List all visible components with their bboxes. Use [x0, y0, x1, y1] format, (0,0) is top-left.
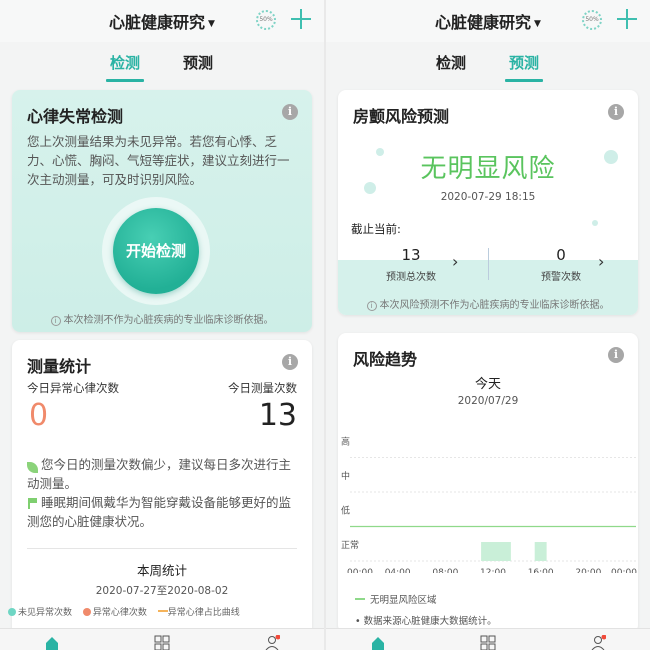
- info-icon[interactable]: i: [282, 104, 298, 120]
- risk-trend-card: 风险趋势 i 今天 2020/07/29 正常 低 中 高 00:00 04:00 08:0…: [338, 333, 638, 633]
- chevron-right-icon[interactable]: ›: [452, 252, 458, 271]
- info-small-icon: i: [366, 301, 377, 311]
- disclaimer-text: 本次检测不作为心脏疾病的专业临床诊断依据。: [63, 315, 274, 326]
- predict-count-label: 预测总次数: [386, 272, 436, 283]
- divider: [27, 548, 297, 549]
- profile-icon[interactable]: [590, 635, 606, 650]
- risk-segment: [534, 542, 547, 561]
- tab-predict[interactable]: 预测: [504, 52, 544, 82]
- x-tick-label: 00:00: [611, 568, 637, 573]
- top-bar: 心脏健康研究 ▼ 50%: [326, 0, 650, 42]
- legend-abnormal-dot: [82, 608, 91, 616]
- x-tick-label: 04:00: [385, 568, 411, 573]
- progress-ring-icon[interactable]: 50%: [256, 10, 276, 30]
- legend-ratio: 异常心律占比曲线: [167, 608, 240, 618]
- trend-date: 2020/07/29: [457, 395, 519, 407]
- info-icon[interactable]: i: [282, 354, 298, 370]
- caret-down-icon: ▼: [208, 19, 215, 29]
- y-tick-label: 正常: [341, 539, 359, 551]
- risk-time: 2020-07-29 18:15: [440, 191, 536, 203]
- info-icon[interactable]: i: [608, 347, 624, 363]
- data-source-note: • 数据来源心脏健康大数据统计。: [355, 616, 497, 627]
- tip-measure: 您今日的测量次数偏少，建议每日多次进行主动测量。: [27, 457, 292, 491]
- disclaimer: i 本次检测不作为心脏疾病的专业临床诊断依据。: [12, 311, 312, 326]
- app-title: 心脏健康研究: [109, 13, 206, 32]
- grid-icon[interactable]: [480, 635, 496, 650]
- weekly-legend: 未见异常次数 异常心律次数 异常心律占比曲线: [8, 605, 316, 618]
- app-title: 心脏健康研究: [435, 13, 532, 32]
- risk-segment: [481, 542, 511, 561]
- tab-predict[interactable]: 预测: [183, 52, 213, 73]
- x-tick-label: 12:00: [480, 568, 506, 573]
- bubble: [592, 220, 598, 226]
- legend-label: 无明显风险区域: [370, 595, 437, 606]
- bottom-nav: [326, 628, 650, 650]
- predict-count: 13: [401, 246, 421, 264]
- x-tick-label: 20:00: [575, 568, 601, 573]
- tab-detect[interactable]: 检测: [436, 52, 466, 73]
- abnormal-count: 0: [29, 398, 49, 433]
- ring-label: 50%: [585, 16, 599, 23]
- tab-bar: 检测 预测: [326, 44, 650, 82]
- caret-down-icon: ▼: [534, 19, 541, 29]
- as-of-label: 截止当前:: [351, 222, 401, 236]
- bottom-nav: [0, 628, 324, 650]
- af-risk-prediction-card: 房颤风险预测 i 无明显风险 2020-07-29 18:15 截止当前: 13…: [338, 90, 638, 315]
- add-icon[interactable]: [614, 6, 640, 32]
- risk-result: 无明显风险: [420, 154, 556, 184]
- week-title: 本周统计: [136, 563, 187, 578]
- tab-bar: 检测 预测: [0, 44, 324, 82]
- legend-normal: 未见异常次数: [18, 608, 73, 618]
- disclaimer-text: 本次风险预测不作为心脏疾病的专业临床诊断依据。: [379, 300, 610, 311]
- arrhythmia-detection-card: 心律失常检测 i 您上次测量结果为未见异常。若您有心悸、乏力、心慌、胸闷、气短等…: [12, 90, 312, 332]
- x-tick-label: 00:00: [347, 568, 373, 573]
- legend-normal-dot: [8, 608, 16, 616]
- home-icon[interactable]: [370, 635, 386, 650]
- legend-ratio-line: [157, 610, 168, 612]
- home-icon[interactable]: [44, 635, 60, 650]
- grid-icon[interactable]: [154, 635, 170, 650]
- predict-panel: 心脏健康研究 ▼ 50% 检测 预测 房颤风险预测 i 无明显风险 2020-07…: [326, 0, 650, 650]
- warn-count-label: 预警次数: [541, 272, 581, 283]
- legend-abnormal: 异常心律次数: [92, 608, 147, 618]
- divider: [488, 248, 489, 280]
- tab-detect[interactable]: 检测: [105, 52, 145, 82]
- chevron-right-icon[interactable]: ›: [598, 252, 604, 271]
- data-source-text: 数据来源心脏健康大数据统计。: [363, 616, 497, 627]
- start-detection-button[interactable]: 开始检测: [113, 208, 199, 294]
- card-title: 房颤风险预测: [353, 107, 450, 126]
- card-title: 心律失常检测: [27, 107, 124, 126]
- measure-label: 今日测量次数: [228, 381, 297, 395]
- add-icon[interactable]: [288, 6, 314, 32]
- warn-count: 0: [556, 246, 566, 264]
- profile-icon[interactable]: [264, 635, 280, 650]
- detect-panel: 心脏健康研究 ▼ 50% 检测 预测 心律失常检测 i 您上次测量结果为未见异常。…: [0, 0, 324, 650]
- detection-description: 您上次测量结果为未见异常。若您有心悸、乏力、心慌、胸闷、气短等症状，建议立刻进行…: [27, 134, 290, 187]
- risk-trend-chart: 正常 低 中 高 00:00 04:00 08:00 12:00 16:00 20:00 00:00: [341, 435, 637, 573]
- ring-label: 50%: [259, 16, 273, 23]
- info-icon[interactable]: i: [608, 104, 624, 120]
- week-range: 2020-07-27至2020-08-02: [95, 585, 229, 597]
- measurement-stats-card: 测量统计 i 今日异常心律次数 今日测量次数 0 13 您今日的测量次数偏少，建…: [12, 340, 312, 640]
- progress-ring-icon[interactable]: 50%: [582, 10, 602, 30]
- x-tick-label: 16:00: [528, 568, 554, 573]
- abnormal-label: 今日异常心律次数: [27, 381, 119, 395]
- card-title: 测量统计: [27, 357, 92, 376]
- disclaimer: i 本次风险预测不作为心脏疾病的专业临床诊断依据。: [338, 296, 638, 311]
- y-tick-label: 低: [341, 504, 350, 516]
- measure-count: 13: [258, 398, 297, 433]
- legend-line: [355, 598, 365, 600]
- top-bar: 心脏健康研究 ▼ 50%: [0, 0, 324, 42]
- y-tick-label: 中: [341, 470, 350, 482]
- tip-sleep: 睡眠期间佩戴华为智能穿戴设备能够更好的监测您的心脏健康状况。: [27, 495, 292, 529]
- y-tick-label: 高: [341, 435, 350, 447]
- card-title: 风险趋势: [353, 350, 418, 369]
- x-tick-label: 08:00: [432, 568, 458, 573]
- info-small-icon: i: [50, 316, 61, 326]
- trend-day: 今天: [474, 377, 501, 392]
